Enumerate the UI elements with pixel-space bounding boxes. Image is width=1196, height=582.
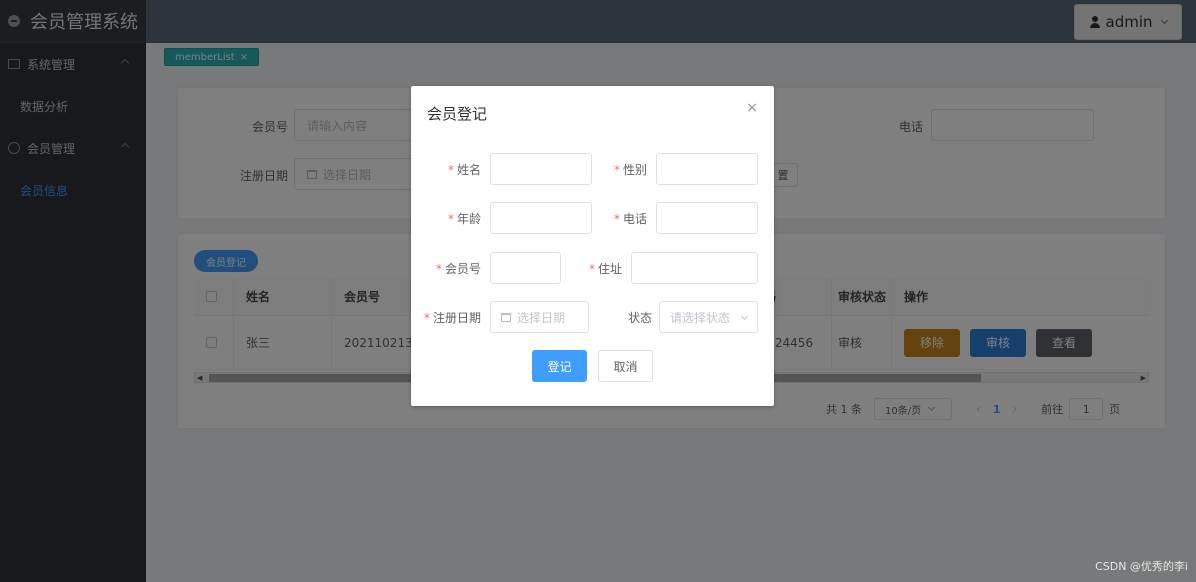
name-input[interactable]: [490, 153, 592, 185]
label-text: 会员号: [444, 262, 481, 276]
required-mark: *: [613, 212, 620, 226]
phone-input[interactable]: [656, 202, 758, 234]
label-text: 电话: [622, 212, 647, 226]
cancel-button[interactable]: 取消: [598, 350, 653, 382]
age-input[interactable]: [490, 202, 592, 234]
member-no-label: * 会员号: [435, 260, 481, 277]
watermark: CSDN @优秀的李i: [1095, 560, 1188, 573]
gender-label: * 性别: [613, 161, 647, 178]
label-text: 性别: [622, 163, 647, 177]
reg-date-label: * 注册日期: [423, 309, 481, 326]
label-text: 注册日期: [432, 311, 481, 325]
required-mark: *: [613, 163, 620, 177]
phone-label: * 电话: [613, 210, 647, 227]
name-label: * 姓名: [447, 161, 481, 178]
age-label: * 年龄: [447, 210, 481, 227]
gender-input[interactable]: [656, 153, 758, 185]
required-mark: *: [447, 163, 454, 177]
address-input[interactable]: [631, 252, 758, 284]
label-text: 住址: [597, 262, 622, 276]
address-label: * 住址: [588, 260, 622, 277]
label-text: 年龄: [456, 212, 481, 226]
calendar-icon: [501, 312, 511, 322]
reg-date-picker[interactable]: 选择日期: [490, 301, 589, 333]
status-label: 状态: [627, 311, 652, 325]
placeholder-text: 选择日期: [517, 310, 566, 325]
status-select[interactable]: 请选择状态: [659, 301, 758, 333]
dialog-title: 会员登记: [427, 105, 488, 123]
required-mark: *: [435, 262, 442, 276]
chevron-down-icon: [740, 312, 749, 321]
required-mark: *: [423, 311, 430, 325]
submit-button[interactable]: 登记: [532, 350, 587, 382]
required-mark: *: [588, 262, 595, 276]
close-icon[interactable]: ×: [746, 100, 758, 116]
member-no-input[interactable]: [490, 252, 561, 284]
required-mark: *: [447, 212, 454, 226]
register-dialog: 会员登记 × * 姓名 * 性别 * 年龄 * 电话 * 会员号 * 住址 * 注册日期 选择…: [411, 86, 774, 406]
placeholder-text: 请选择状态: [670, 310, 731, 325]
label-text: 姓名: [456, 163, 481, 177]
